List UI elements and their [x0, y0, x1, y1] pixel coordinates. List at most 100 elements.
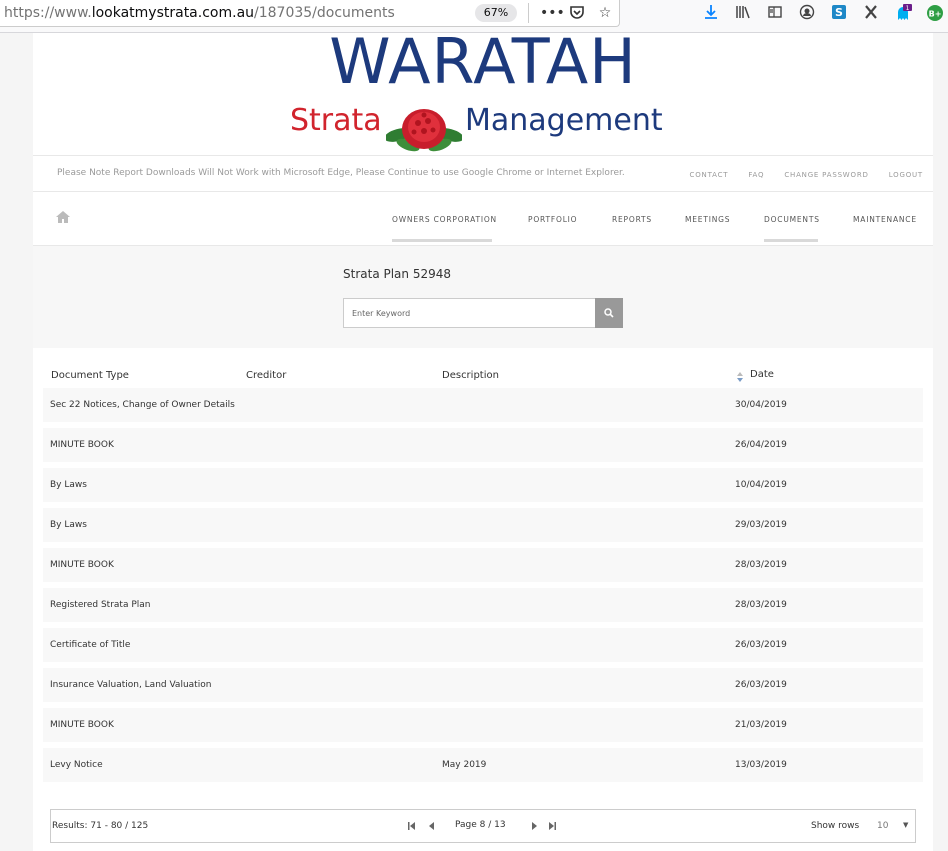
table-row[interactable]: MINUTE BOOK 21/03/2019: [43, 708, 923, 742]
library-icon[interactable]: [734, 4, 752, 22]
contact-link[interactable]: CONTACT: [690, 171, 729, 179]
dropdown-arrow-icon: ▼: [903, 821, 909, 829]
table-row[interactable]: Levy Notice May 2019 13/03/2019: [43, 748, 923, 782]
more-actions-icon[interactable]: •••: [540, 4, 565, 22]
cell-date: 13/03/2019: [735, 760, 787, 770]
nav-reports[interactable]: REPORTS: [612, 215, 652, 224]
page-total: 13: [494, 820, 506, 830]
table-row[interactable]: Certificate of Title 26/03/2019: [43, 628, 923, 662]
search-icon: [604, 308, 614, 318]
svg-text:S: S: [835, 6, 843, 19]
cell-document-type[interactable]: MINUTE BOOK: [50, 440, 114, 450]
cell-description: May 2019: [442, 760, 487, 770]
col-description[interactable]: Description: [442, 370, 499, 381]
header: WARATAH Strata Management: [33, 25, 933, 155]
nav-owners-corporation[interactable]: OWNERS CORPORATION: [392, 215, 497, 224]
results-summary: Results: 71 - 80 / 125: [52, 821, 149, 831]
cell-document-type[interactable]: MINUTE BOOK: [50, 560, 114, 570]
main-nav: OWNERS CORPORATION PORTFOLIO REPORTS MEE…: [33, 192, 933, 246]
table-row[interactable]: By Laws 29/03/2019: [43, 508, 923, 542]
search-section: Strata Plan 52948: [33, 247, 933, 348]
cell-document-type[interactable]: Insurance Valuation, Land Valuation: [50, 680, 211, 690]
previous-page-icon[interactable]: [427, 821, 437, 831]
col-document-type[interactable]: Document Type: [51, 370, 129, 381]
results-total: 125: [131, 821, 149, 831]
table-row[interactable]: Registered Strata Plan 28/03/2019: [43, 588, 923, 622]
extension-badge-icon[interactable]: B+: [926, 4, 944, 22]
cell-date: 28/03/2019: [735, 560, 787, 570]
cell-date: 26/04/2019: [735, 440, 787, 450]
nav-meetings[interactable]: MEETINGS: [685, 215, 730, 224]
cell-document-type[interactable]: Certificate of Title: [50, 640, 130, 650]
rows-per-page-value: 10: [877, 821, 889, 831]
results-label: Results:: [52, 821, 88, 831]
cell-date: 28/03/2019: [735, 600, 787, 610]
cell-date: 29/03/2019: [735, 520, 787, 530]
table-row[interactable]: MINUTE BOOK 26/04/2019: [43, 428, 923, 462]
sort-icon[interactable]: [737, 372, 743, 382]
col-date[interactable]: Date: [750, 369, 774, 380]
company-logo[interactable]: WARATAH Strata Management: [290, 25, 676, 154]
logo-subtitle-left: Strata: [290, 103, 382, 138]
show-rows-label: Show rows: [811, 821, 860, 831]
cell-document-type[interactable]: Sec 22 Notices, Change of Owner Details: [50, 400, 235, 410]
cell-date: 26/03/2019: [735, 640, 787, 650]
next-page-icon[interactable]: [529, 821, 539, 831]
last-page-icon[interactable]: [547, 821, 557, 831]
faq-link[interactable]: FAQ: [748, 171, 764, 179]
cell-date: 30/04/2019: [735, 400, 787, 410]
nav-underline-owners-corporation: [392, 239, 492, 242]
cell-document-type[interactable]: Levy Notice: [50, 760, 103, 770]
cell-document-type[interactable]: By Laws: [50, 480, 87, 490]
url-text: https://www.lookatmystrata.com.au/187035…: [4, 5, 395, 21]
zoom-level-button[interactable]: 67%: [475, 4, 517, 22]
top-links: CONTACT FAQ CHANGE PASSWORD LOGOUT: [690, 171, 923, 179]
col-creditor[interactable]: Creditor: [246, 370, 286, 381]
address-bar[interactable]: https://www.lookatmystrata.com.au/187035…: [0, 0, 620, 27]
logo-subtitle-right: Management: [465, 103, 663, 138]
skype-extension-icon[interactable]: S: [830, 4, 848, 22]
pocket-icon[interactable]: [568, 4, 586, 22]
account-icon[interactable]: [798, 4, 816, 22]
svg-text:1: 1: [906, 5, 910, 12]
nav-underline-documents: [764, 239, 818, 242]
nav-portfolio[interactable]: PORTFOLIO: [528, 215, 577, 224]
keyword-search-input[interactable]: [343, 298, 596, 328]
table-row[interactable]: MINUTE BOOK 28/03/2019: [43, 548, 923, 582]
rows-per-page-select[interactable]: 10 ▼: [871, 817, 915, 837]
first-page-icon[interactable]: [407, 821, 417, 831]
sidebar-icon[interactable]: [766, 4, 784, 22]
table-row[interactable]: By Laws 10/04/2019: [43, 468, 923, 502]
page-label: Page: [455, 820, 477, 830]
cell-document-type[interactable]: By Laws: [50, 520, 87, 530]
svg-text:B+: B+: [929, 10, 942, 19]
table-row[interactable]: Sec 22 Notices, Change of Owner Details 3…: [43, 388, 923, 422]
divider: [528, 3, 529, 23]
documents-table: Document Type Creditor Description Date …: [33, 348, 933, 851]
download-icon[interactable]: [702, 4, 720, 22]
home-icon[interactable]: [55, 210, 71, 224]
bookmark-star-icon[interactable]: ☆: [596, 4, 614, 22]
change-password-link[interactable]: CHANGE PASSWORD: [784, 171, 868, 179]
table-row[interactable]: Insurance Valuation, Land Valuation 26/03…: [43, 668, 923, 702]
logo-title: WARATAH: [329, 25, 637, 98]
cell-document-type[interactable]: Registered Strata Plan: [50, 600, 150, 610]
table-header: Document Type Creditor Description Date: [43, 366, 923, 388]
nav-maintenance[interactable]: MAINTENANCE: [853, 215, 917, 224]
plan-title: Strata Plan 52948: [343, 267, 451, 281]
notice-bar: Please Note Report Downloads Will Not Wo…: [33, 155, 933, 192]
nav-documents[interactable]: DOCUMENTS: [764, 215, 820, 224]
ghostery-icon[interactable]: 1: [894, 4, 912, 22]
cell-date: 21/03/2019: [735, 720, 787, 730]
cell-document-type[interactable]: MINUTE BOOK: [50, 720, 114, 730]
results-range: 71 - 80: [90, 821, 123, 831]
logout-link[interactable]: LOGOUT: [889, 171, 923, 179]
waratah-flower-icon: [386, 109, 462, 152]
x-extension-icon[interactable]: [862, 4, 880, 22]
cell-date: 10/04/2019: [735, 480, 787, 490]
browser-notice: Please Note Report Downloads Will Not Wo…: [57, 168, 625, 178]
search-button[interactable]: [595, 298, 623, 328]
page: WARATAH Strata Management Please Note Re…: [33, 25, 933, 851]
pagination-bar: Results: 71 - 80 / 125 Page 8 / 13 Show …: [50, 809, 916, 843]
table-body: Sec 22 Notices, Change of Owner Details 3…: [43, 388, 923, 788]
